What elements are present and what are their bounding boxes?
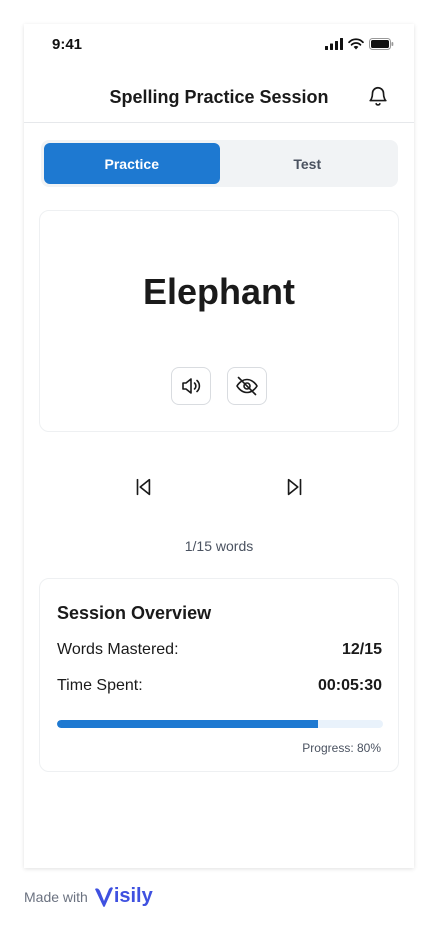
tab-practice[interactable]: Practice [44,143,220,184]
page-title: Spelling Practice Session [109,86,329,107]
brand-v-icon [94,886,113,907]
wifi-icon [348,38,364,50]
notifications-button[interactable] [366,84,390,108]
time-spent-value: 00:05:30 [317,677,382,694]
status-icons [325,38,394,50]
eye-off-icon [236,376,258,396]
status-time: 9:41 [52,35,83,53]
progress-label: Progress: 80% [302,741,381,755]
brand-text: isily [113,885,153,907]
progress-bar-fill [57,720,318,728]
next-word-button[interactable] [281,473,309,501]
overview-title: Session Overview [57,603,212,623]
speaker-icon [182,378,201,394]
app-screen: 9:41 Spelling Practice Session Practice … [24,24,414,868]
session-overview-card: Session Overview Words Mastered: 12/15 T… [39,578,399,772]
app-header: Spelling Practice Session [24,74,414,123]
bell-icon [369,87,387,106]
words-mastered-value: 12/15 [341,641,382,658]
previous-word-button[interactable] [129,473,157,501]
made-with-text: Made with [24,888,88,905]
time-spent-label: Time Spent: [57,677,143,694]
status-bar: 9:41 [24,24,414,68]
battery-icon [369,38,394,50]
skip-next-icon [287,478,302,496]
made-with-badge[interactable]: Made with isily [24,885,153,908]
practice-word: Elephant [142,271,295,312]
word-card: Elephant [39,210,399,432]
words-mastered-label: Words Mastered: [57,641,179,658]
time-spent-row: Time Spent: 00:05:30 [57,677,382,695]
progress-bar [57,720,383,728]
play-audio-button[interactable] [171,367,211,405]
brand-logo: isily [94,885,153,908]
hide-word-button[interactable] [227,367,267,405]
words-mastered-row: Words Mastered: 12/15 [57,641,382,659]
skip-previous-icon [136,478,151,496]
mode-tabs: Practice Test [41,140,398,187]
word-counter: 1/15 words [184,538,254,554]
signal-icon [325,38,343,50]
tab-test[interactable]: Test [220,143,396,184]
